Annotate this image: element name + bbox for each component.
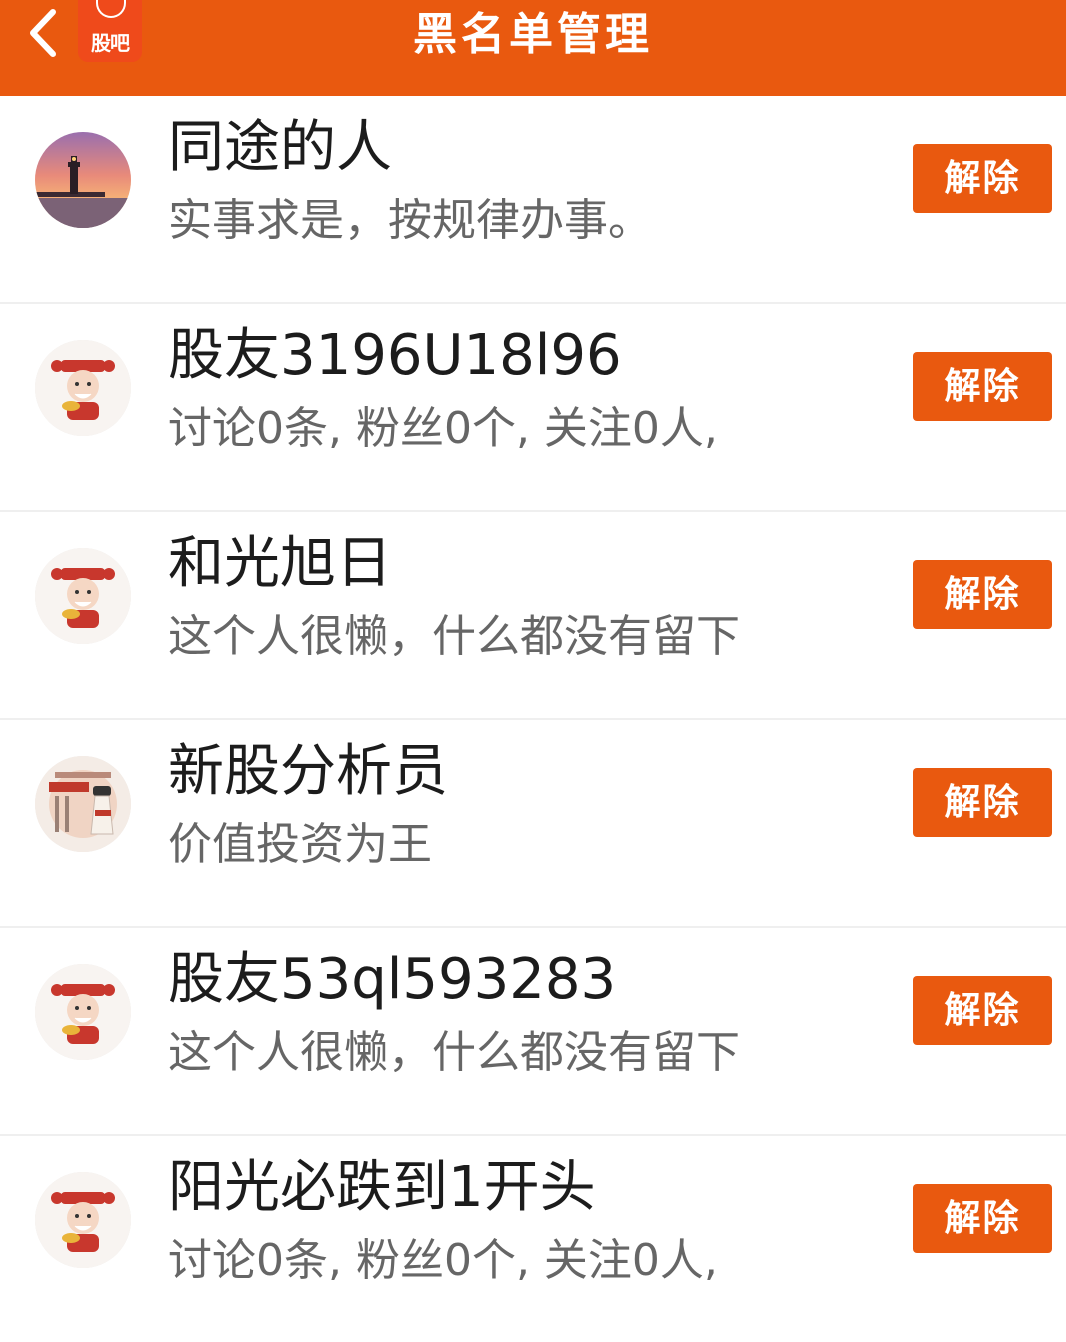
- user-desc: 讨论0条, 粉丝0个, 关注0人,: [168, 403, 718, 454]
- caishen-icon: [35, 964, 131, 1060]
- user-name[interactable]: 股友53ql593283: [168, 946, 616, 1014]
- user-desc: 实事求是，按规律办事。: [168, 195, 652, 246]
- unblock-button[interactable]: 解除: [913, 352, 1052, 421]
- list-item: 同途的人 实事求是，按规律办事。 解除: [0, 96, 1066, 304]
- user-desc: 价值投资为王: [168, 819, 432, 870]
- caishen-icon: [35, 1172, 131, 1268]
- user-name[interactable]: 股友3196U18l96: [168, 322, 622, 390]
- page-title: 黑名单管理: [413, 9, 653, 60]
- caishen-icon: [35, 548, 131, 644]
- poster-figure-icon: [35, 756, 131, 852]
- avatar[interactable]: [35, 132, 131, 228]
- user-name[interactable]: 同途的人: [168, 114, 392, 182]
- list-item: 新股分析员 价值投资为王 解除: [0, 720, 1066, 928]
- list-item: 和光旭日 这个人很懒，什么都没有留下 解除: [0, 512, 1066, 720]
- user-desc: 这个人很懒，什么都没有留下: [168, 611, 740, 662]
- unblock-button[interactable]: 解除: [913, 1184, 1052, 1253]
- avatar[interactable]: [35, 756, 131, 852]
- list-item: 阳光必跌到1开头 讨论0条, 粉丝0个, 关注0人, 解除: [0, 1136, 1066, 1342]
- avatar[interactable]: [35, 1172, 131, 1268]
- avatar[interactable]: [35, 548, 131, 644]
- user-desc: 这个人很懒，什么都没有留下: [168, 1027, 740, 1078]
- list-item: 股友53ql593283 这个人很懒，什么都没有留下 解除: [0, 928, 1066, 1136]
- user-name[interactable]: 新股分析员: [168, 738, 448, 806]
- app-header: 股吧 黑名单管理: [0, 0, 1066, 96]
- list-item: 股友3196U18l96 讨论0条, 粉丝0个, 关注0人, 解除: [0, 304, 1066, 512]
- unblock-button[interactable]: 解除: [913, 560, 1052, 629]
- unblock-button[interactable]: 解除: [913, 976, 1052, 1045]
- avatar[interactable]: [35, 964, 131, 1060]
- unblock-button[interactable]: 解除: [913, 144, 1052, 213]
- user-desc: 讨论0条, 粉丝0个, 关注0人,: [168, 1235, 718, 1286]
- caishen-icon: [35, 340, 131, 436]
- avatar[interactable]: [35, 340, 131, 436]
- unblock-button[interactable]: 解除: [913, 768, 1052, 837]
- user-name[interactable]: 阳光必跌到1开头: [168, 1154, 596, 1222]
- user-name[interactable]: 和光旭日: [168, 530, 392, 598]
- lighthouse-sunset-icon: [35, 132, 131, 228]
- blacklist: 同途的人 实事求是，按规律办事。 解除 股友3196U18l96 讨论0条, 粉…: [0, 96, 1066, 1342]
